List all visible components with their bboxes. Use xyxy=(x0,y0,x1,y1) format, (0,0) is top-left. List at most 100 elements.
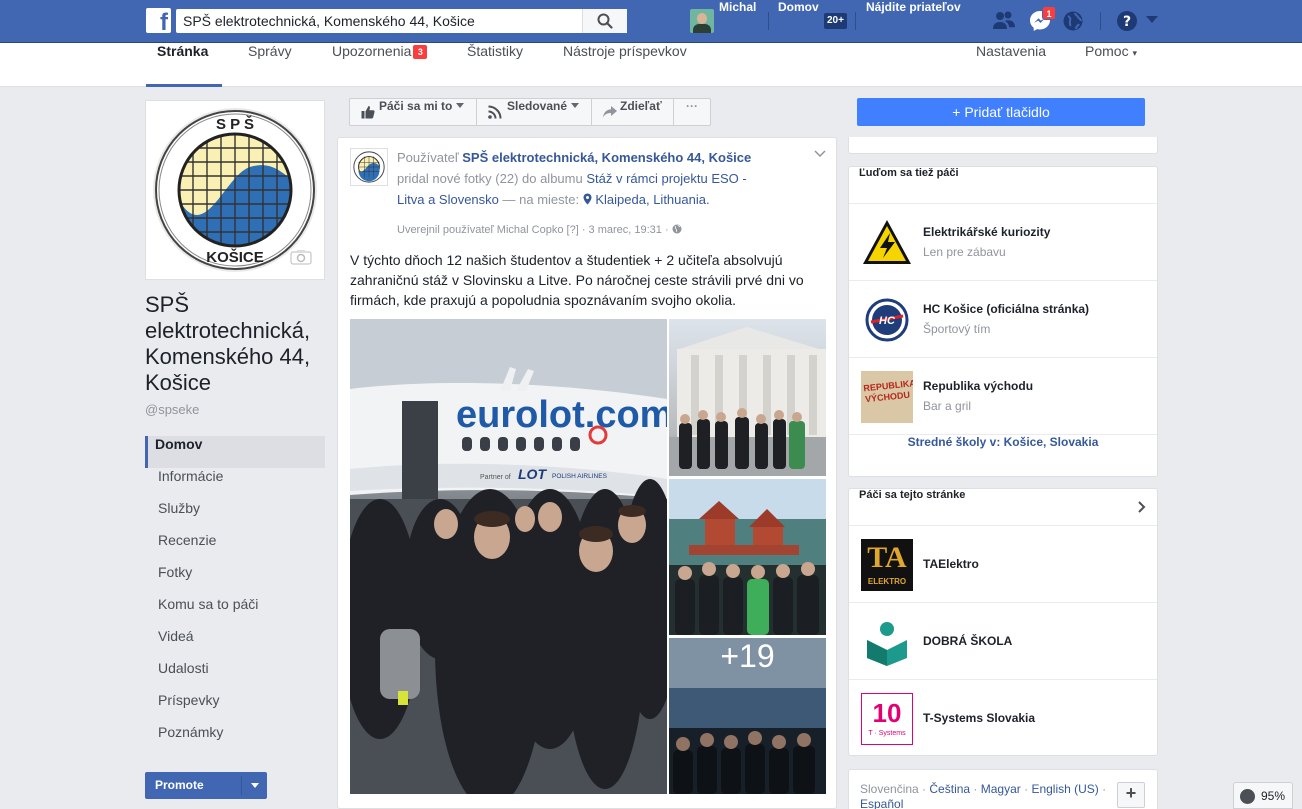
language-link[interactable]: Čeština xyxy=(929,782,970,796)
tab-help-label: Pomoc xyxy=(1085,43,1129,59)
post-page-link[interactable]: SPŠ elektrotechnická, Komenského 44, Koš… xyxy=(462,150,751,165)
post-prefix: Používateľ xyxy=(397,150,459,165)
follow-page-button[interactable]: Sledované xyxy=(477,99,592,125)
liked-page-item[interactable]: DOBRÁ ŠKOLA xyxy=(849,603,1157,680)
also-liked-name[interactable]: Republika východu xyxy=(923,379,1033,393)
post-author-meta[interactable]: Uverejnil používateľ Michal Copko xyxy=(397,224,563,236)
tab-help[interactable]: Pomoc ▾ xyxy=(1085,43,1137,87)
post-options-chevron-icon[interactable] xyxy=(814,150,826,158)
liked-page-item[interactable]: 10 T · Systems T-Systems Slovakia xyxy=(849,680,1157,757)
also-liked-category: Športový tím xyxy=(923,322,991,336)
republika-vychodu-logo-text: REPUBLIKA VÝCHODU xyxy=(862,377,913,405)
zoom-level-indicator[interactable]: 95% xyxy=(1233,782,1293,809)
language-list: Slovenčina · Čeština · Magyar · English … xyxy=(860,782,1110,809)
divider xyxy=(241,776,242,795)
castle-photo-art xyxy=(669,479,826,635)
home-link[interactable]: Domov xyxy=(778,0,819,43)
sidebar-item-services[interactable]: Služby xyxy=(145,500,325,532)
search-input[interactable] xyxy=(176,9,580,33)
camera-icon[interactable] xyxy=(290,249,312,265)
sidebar-item-videos[interactable]: Videá xyxy=(145,628,325,660)
also-liked-title: Ľuďom sa tiež páči xyxy=(849,167,1157,204)
account-menu-icon[interactable] xyxy=(1146,16,1158,24)
profile-picture[interactable]: S P Š KOŠICE xyxy=(145,100,325,280)
also-liked-item[interactable]: REPUBLIKA VÝCHODU Republika východu Bar … xyxy=(849,358,1157,435)
liked-page-item[interactable]: TA ELEKTRO TAElektro xyxy=(849,526,1157,603)
post-photo-plane[interactable]: eurolot.com Partner of LOT POLISH AIRLIN… xyxy=(350,319,667,794)
separator: · xyxy=(970,782,981,796)
more-photos-count[interactable]: +19 xyxy=(669,638,826,794)
sidebar-item-about[interactable]: Informácie xyxy=(145,468,325,500)
tab-messages[interactable]: Správy xyxy=(248,43,292,87)
sidebar-item-notes[interactable]: Poznámky xyxy=(145,724,325,756)
notifications-globe-icon[interactable] xyxy=(1062,10,1084,32)
search-button[interactable] xyxy=(582,9,627,33)
post-author-avatar[interactable] xyxy=(350,148,388,186)
also-liked-name[interactable]: HC Košice (oficiálna stránka) xyxy=(923,302,1089,316)
share-arrow-icon xyxy=(603,106,617,118)
friend-requests-icon[interactable] xyxy=(992,10,1016,32)
active-tab-indicator xyxy=(146,84,222,87)
user-profile-link[interactable]: Michal xyxy=(719,0,756,43)
sidebar-item-posts[interactable]: Príspevky xyxy=(145,692,325,724)
page-username[interactable]: @spseke xyxy=(145,402,199,417)
post-help-link[interactable]: [?] xyxy=(567,224,579,236)
sidebar-item-reviews[interactable]: Recenzie xyxy=(145,532,325,564)
follow-page-label: Sledované xyxy=(507,99,568,113)
divider xyxy=(768,12,769,30)
also-liked-item[interactable]: Elektrikářské kuriozity Len pre zábavu xyxy=(849,204,1157,281)
divider xyxy=(855,12,856,30)
language-link[interactable]: English (US) xyxy=(1031,782,1098,796)
chevron-down-icon[interactable] xyxy=(251,783,259,788)
feed-post: Používateľ SPŠ elektrotechnická, Komensk… xyxy=(337,137,837,809)
liked-page-name[interactable]: T-Systems Slovakia xyxy=(923,711,1035,725)
add-language-button[interactable]: + xyxy=(1117,782,1145,808)
post-timestamp[interactable]: · 3 marec, 19:31 · xyxy=(582,224,669,236)
taelektro-logo-thumb: TA ELEKTRO xyxy=(861,539,913,591)
promote-button[interactable]: Promote xyxy=(145,772,267,799)
liked-by-page-title[interactable]: Páči sa tejto stránke xyxy=(849,489,1157,526)
chevron-down-icon xyxy=(456,103,465,108)
help-icon[interactable]: ? xyxy=(1116,10,1138,32)
share-page-button[interactable]: Zdieľať xyxy=(592,99,674,125)
sidebar-item-likes[interactable]: Komu sa to páči xyxy=(145,596,325,628)
tab-settings[interactable]: Nastavenia xyxy=(976,43,1046,87)
liked-page-name[interactable]: TAElektro xyxy=(923,557,979,571)
post-action-text: pridal nové fotky (22) do albumu xyxy=(397,171,583,186)
facebook-logo-icon[interactable]: f xyxy=(146,8,171,33)
tab-insights[interactable]: Štatistiky xyxy=(467,43,523,87)
logo-top-text: S P Š xyxy=(216,115,254,133)
language-link[interactable]: Magyar xyxy=(981,782,1021,796)
language-selector-card: Slovenčina · Čeština · Magyar · English … xyxy=(848,769,1158,809)
sidebar-item-events[interactable]: Udalosti xyxy=(145,660,325,692)
add-button-cta[interactable]: + Pridať tlačidlo xyxy=(857,98,1145,126)
sidebar-item-photos[interactable]: Fotky xyxy=(145,564,325,596)
top-bar: f Michal Domov 20+ Nájdite priateľov 1 ? xyxy=(0,0,1302,43)
liked-page-name[interactable]: DOBRÁ ŠKOLA xyxy=(923,634,1012,648)
search-icon xyxy=(597,13,613,29)
chevron-right-icon[interactable] xyxy=(1138,501,1146,513)
language-link[interactable]: Español xyxy=(860,797,903,809)
like-page-button[interactable]: Páči sa mi to xyxy=(350,99,477,125)
more-options-button[interactable]: ··· xyxy=(674,99,710,125)
post-photo-more[interactable]: +19 xyxy=(669,638,826,794)
also-liked-item[interactable]: HC HC Košice (oficiálna stránka) Športov… xyxy=(849,281,1157,358)
dobra-skola-logo-icon xyxy=(861,616,913,668)
also-liked-name[interactable]: Elektrikářské kuriozity xyxy=(923,225,1050,239)
tab-notifications-label: Upozornenia xyxy=(332,43,412,59)
user-avatar[interactable] xyxy=(690,9,714,33)
local-schools-link[interactable]: Stredné školy v: Košice, Slovakia xyxy=(849,435,1157,473)
svg-text:?: ? xyxy=(1123,14,1131,30)
sidebar-item-home[interactable]: Domov xyxy=(145,436,325,468)
audience-globe-icon[interactable] xyxy=(672,224,682,234)
tab-page[interactable]: Stránka xyxy=(157,43,208,87)
plane-airline-sub-text: POLISH AIRLINES xyxy=(552,473,608,480)
post-location-link[interactable]: Klaipeda, Lithuania. xyxy=(595,192,709,207)
find-friends-link[interactable]: Nájdite priateľov xyxy=(866,0,961,43)
post-body-text: V týchto dňoch 12 našich študentov a štu… xyxy=(350,252,804,308)
post-photo-cathedral[interactable] xyxy=(669,319,826,476)
post-photo-castle[interactable] xyxy=(669,479,826,635)
tab-publishing-tools[interactable]: Nástroje príspevkov xyxy=(563,43,687,87)
like-page-label: Páči sa mi to xyxy=(379,99,453,113)
tab-notifications[interactable]: Upozornenia 3 xyxy=(332,43,428,87)
